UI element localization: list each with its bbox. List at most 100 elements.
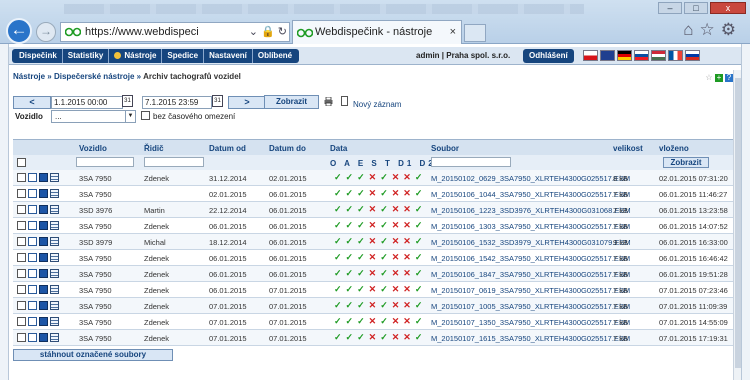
edit-icon[interactable]: [39, 237, 48, 246]
menu-item-oblibene[interactable]: Oblíbené: [253, 49, 297, 63]
cell-file-link[interactable]: M_20150106_1532_3SD3979_XLRTEH4300G03107…: [431, 238, 631, 247]
address-bar-buttons[interactable]: ⌄ 🔒 ↻: [244, 23, 287, 41]
table-view-icon[interactable]: [50, 285, 59, 294]
document-icon[interactable]: [28, 237, 37, 246]
flag-de-icon[interactable]: [617, 50, 632, 61]
col-vehicle[interactable]: Vozidlo: [79, 144, 107, 153]
cell-file-link[interactable]: M_20150106_1542_3SA7950_XLRTEH4300G02551…: [431, 254, 630, 263]
row-checkbox[interactable]: [17, 173, 26, 182]
new-record-icon[interactable]: [341, 96, 348, 106]
table-row[interactable]: 3SA 7950 02.01.2015 06.01.2015 ✓✓✓✕✓✕✕✓ …: [13, 186, 739, 202]
row-checkbox[interactable]: [17, 253, 26, 262]
address-bar[interactable]: https://www.webdispeci ⌄ 🔒 ↻: [60, 22, 290, 42]
flag-cs-icon[interactable]: [583, 50, 598, 61]
show-button[interactable]: Zobrazit: [264, 95, 319, 109]
table-row[interactable]: 3SA 7950 Zdenek 07.01.2015 07.01.2015 ✓✓…: [13, 314, 739, 330]
cell-file-link[interactable]: M_20150107_1615_3SA7950_XLRTEH4300G02551…: [431, 334, 630, 343]
tab-close-icon[interactable]: ×: [450, 21, 456, 43]
minimize-button[interactable]: –: [658, 2, 682, 14]
document-icon[interactable]: [28, 269, 37, 278]
breadcrumb-dispatch-tools[interactable]: Dispečerské nástroje: [54, 72, 135, 81]
document-icon[interactable]: [28, 205, 37, 214]
table-view-icon[interactable]: [50, 317, 59, 326]
select-all-checkbox[interactable]: [17, 158, 26, 167]
flag-ru-icon[interactable]: [685, 50, 700, 61]
download-selected-button[interactable]: stáhnout označené soubory: [13, 349, 173, 361]
scrollbar[interactable]: [733, 70, 741, 380]
menu-item-nastaveni[interactable]: Nastavení: [204, 49, 253, 63]
browser-tools-icons[interactable]: ⌂☆⚙: [683, 20, 742, 40]
document-icon[interactable]: [28, 189, 37, 198]
row-checkbox[interactable]: [17, 285, 26, 294]
cell-file-link[interactable]: M_20150106_1303_3SA7950_XLRTEH4300G02551…: [431, 222, 630, 231]
document-icon[interactable]: [28, 317, 37, 326]
filter-show-button[interactable]: Zobrazit: [663, 157, 709, 168]
edit-icon[interactable]: [39, 269, 48, 278]
new-tab-button[interactable]: [464, 24, 486, 42]
table-view-icon[interactable]: [50, 221, 59, 230]
favorite-star-icon[interactable]: ☆: [705, 74, 713, 82]
document-icon[interactable]: [28, 333, 37, 342]
flag-fr-icon[interactable]: [668, 50, 683, 61]
document-icon[interactable]: [28, 221, 37, 230]
flag-sk-icon[interactable]: [634, 50, 649, 61]
tab-active[interactable]: Webdispečink - nástroje ×: [292, 20, 462, 44]
row-checkbox[interactable]: [17, 301, 26, 310]
forward-button[interactable]: →: [36, 22, 56, 42]
cell-file-link[interactable]: M_20150106_1223_3SD3976_XLRTEH4300G03106…: [431, 206, 631, 215]
table-view-icon[interactable]: [50, 269, 59, 278]
menu-item-statistiky[interactable]: Statistiky: [63, 49, 110, 63]
table-row[interactable]: 3SD 3979 Michal 18.12.2014 06.01.2015 ✓✓…: [13, 234, 739, 250]
edit-icon[interactable]: [39, 333, 48, 342]
table-row[interactable]: 3SA 7950 Zdenek 06.01.2015 06.01.2015 ✓✓…: [13, 266, 739, 282]
document-icon[interactable]: [28, 301, 37, 310]
edit-icon[interactable]: [39, 221, 48, 230]
table-view-icon[interactable]: [50, 253, 59, 262]
new-record-link[interactable]: Nový záznam: [353, 100, 401, 109]
cell-file-link[interactable]: M_20150106_1044_3SA7950_XLRTEH4300G02551…: [431, 190, 630, 199]
window-close-button[interactable]: x: [710, 2, 746, 14]
vehicle-filter-input[interactable]: [76, 157, 134, 167]
table-row[interactable]: 3SD 3976 Martin 22.12.2014 06.01.2015 ✓✓…: [13, 202, 739, 218]
table-row[interactable]: 3SA 7950 Zdenek 07.01.2015 07.01.2015 ✓✓…: [13, 298, 739, 314]
logout-button[interactable]: Odhlášení: [523, 49, 574, 63]
help-icon[interactable]: ?: [725, 74, 733, 82]
cell-file-link[interactable]: M_20150107_1005_3SA7950_XLRTEH4300G02551…: [431, 302, 630, 311]
table-view-icon[interactable]: [50, 205, 59, 214]
table-view-icon[interactable]: [50, 333, 59, 342]
edit-icon[interactable]: [39, 205, 48, 214]
edit-icon[interactable]: [39, 253, 48, 262]
document-icon[interactable]: [28, 285, 37, 294]
document-icon[interactable]: [28, 253, 37, 262]
table-row[interactable]: 3SA 7950 Zdenek 06.01.2015 06.01.2015 ✓✓…: [13, 250, 739, 266]
edit-icon[interactable]: [39, 285, 48, 294]
row-checkbox[interactable]: [17, 269, 26, 278]
col-data[interactable]: Data: [330, 144, 347, 153]
table-view-icon[interactable]: [50, 237, 59, 246]
vehicle-select[interactable]: ... ▼: [51, 110, 136, 123]
calendar-icon[interactable]: 31: [122, 95, 133, 107]
edit-icon[interactable]: [39, 189, 48, 198]
row-checkbox[interactable]: [17, 237, 26, 246]
edit-icon[interactable]: [39, 301, 48, 310]
print-icon[interactable]: [324, 97, 333, 106]
col-file[interactable]: Soubor: [431, 144, 459, 153]
flag-hu-icon[interactable]: [651, 50, 666, 61]
table-view-icon[interactable]: [50, 189, 59, 198]
driver-filter-input[interactable]: [144, 157, 204, 167]
row-checkbox[interactable]: [17, 333, 26, 342]
no-time-limit-checkbox[interactable]: [141, 111, 150, 120]
cell-file-link[interactable]: M_20150107_0619_3SA7950_XLRTEH4300G02551…: [431, 286, 630, 295]
maximize-button[interactable]: □: [684, 2, 708, 14]
prev-period-button[interactable]: <: [13, 96, 51, 109]
menu-item-nastroje[interactable]: Nástroje: [109, 49, 163, 63]
row-checkbox[interactable]: [17, 221, 26, 230]
col-date-to[interactable]: Datum do: [269, 144, 306, 153]
table-view-icon[interactable]: [50, 173, 59, 182]
date-to-field[interactable]: 7.1.2015 23:59: [142, 96, 212, 109]
back-button[interactable]: ←: [6, 18, 32, 44]
cell-file-link[interactable]: M_20150102_0629_3SA7950_XLRTEH4300G02551…: [431, 174, 630, 183]
cell-file-link[interactable]: M_20150106_1847_3SA7950_XLRTEH4300G02551…: [431, 270, 630, 279]
col-uploaded[interactable]: vloženo: [659, 144, 689, 153]
add-icon[interactable]: +: [715, 74, 723, 82]
